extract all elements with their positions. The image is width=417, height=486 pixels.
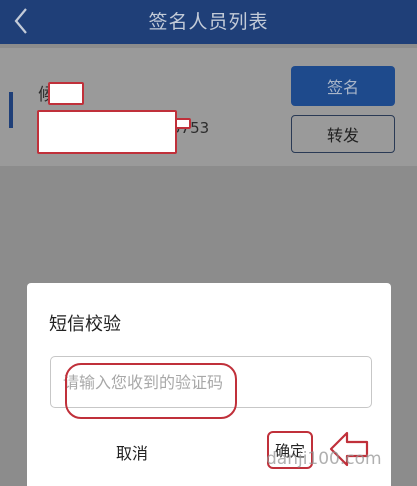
redaction-box-phone bbox=[37, 110, 177, 154]
redaction-box-name bbox=[48, 82, 84, 105]
sign-button[interactable]: 签名 bbox=[291, 66, 395, 106]
signer-card: 候 5753 签名 转发 bbox=[0, 48, 417, 166]
watermark: danji100.com bbox=[266, 449, 382, 469]
dialog-title: 短信校验 bbox=[49, 314, 121, 335]
top-app-bar: 签名人员列表 bbox=[0, 0, 417, 44]
selection-indicator bbox=[9, 92, 13, 128]
input-highlight-annotation bbox=[65, 363, 237, 419]
page-title: 签名人员列表 bbox=[148, 11, 269, 33]
redaction-box-small bbox=[175, 118, 191, 129]
cancel-button[interactable]: 取消 bbox=[97, 437, 167, 467]
forward-button[interactable]: 转发 bbox=[291, 115, 395, 153]
